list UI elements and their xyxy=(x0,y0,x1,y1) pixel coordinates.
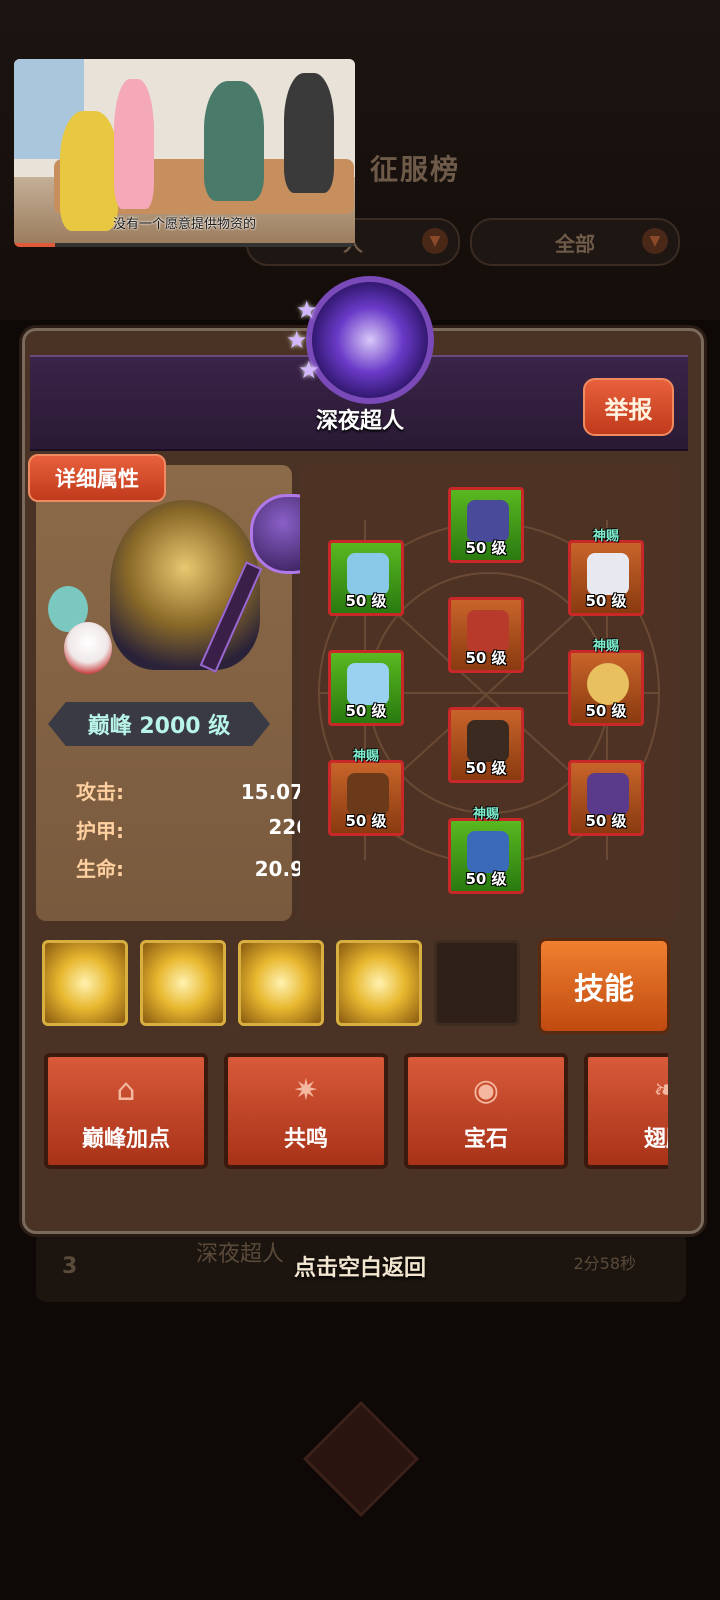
equipment-slot[interactable]: 神赐 50 级 xyxy=(568,639,644,726)
button-label: 巅峰加点 xyxy=(81,1127,170,1152)
star-icon: ★ xyxy=(286,326,308,354)
equipment-slot[interactable]: 50 级 xyxy=(328,540,404,616)
equipment-slot[interactable]: 神赐 50 级 xyxy=(448,807,524,894)
peak-points-button[interactable]: ⌂ 巅峰加点 xyxy=(44,1053,208,1169)
equipment-slot[interactable]: 50 级 xyxy=(448,707,524,783)
stat-label: 护甲: xyxy=(76,819,124,843)
golden-slash-icon[interactable] xyxy=(42,940,128,1026)
leaderboard-title: 征服榜 xyxy=(370,153,461,186)
demon-helm-icon[interactable] xyxy=(336,940,422,1026)
equipment-slot[interactable]: 50 级 xyxy=(568,760,644,836)
stat-health: 生命: 20.9万 xyxy=(76,853,324,882)
gem-button[interactable]: ◉ 宝石 xyxy=(404,1053,568,1169)
equipment-slot[interactable]: 50 级 xyxy=(328,650,404,726)
equipment-slot[interactable]: 神赐 50 级 xyxy=(568,529,644,616)
stat-armor: 护甲: 2268 xyxy=(76,815,324,844)
slot-level: 50 级 xyxy=(585,812,627,830)
skills-button[interactable]: 技能 xyxy=(538,938,670,1034)
gem-icon: ◉ xyxy=(472,1073,500,1108)
slot-level: 50 级 xyxy=(345,812,387,830)
divine-tag: 神赐 xyxy=(472,807,499,822)
slot-level: 50 级 xyxy=(465,649,507,667)
divine-tag: 神赐 xyxy=(592,529,619,544)
divine-tag: 神赐 xyxy=(592,639,619,654)
close-x-icon xyxy=(303,1401,419,1517)
divine-tag: 神赐 xyxy=(352,749,379,764)
wings-button[interactable]: ❧ 翅膀 xyxy=(584,1053,668,1169)
moon-emblem-icon xyxy=(306,276,434,404)
helmet-icon xyxy=(467,500,509,542)
button-label: 共鸣 xyxy=(283,1127,328,1152)
wing-icon: ❧ xyxy=(653,1073,668,1108)
slot-level: 50 级 xyxy=(585,592,627,610)
chevron-down-icon: ▼ xyxy=(422,228,448,254)
shoulder-armor-icon xyxy=(347,553,389,595)
plus-house-icon: ⌂ xyxy=(116,1073,136,1108)
filter-right-label: 全部 xyxy=(555,231,595,256)
equipment-slot[interactable]: 50 级 xyxy=(448,487,524,563)
equipment-slot[interactable]: 50 级 xyxy=(448,597,524,673)
resonance-button[interactable]: ✷ 共鸣 xyxy=(224,1053,388,1169)
boots-icon xyxy=(467,831,509,873)
leg-armor-icon xyxy=(467,720,509,762)
tap-blank-to-return[interactable]: 点击空白返回 xyxy=(0,1250,720,1282)
slot-level: 50 级 xyxy=(345,592,387,610)
slot-level: 50 级 xyxy=(585,702,627,720)
stat-label: 生命: xyxy=(76,857,124,881)
report-button[interactable]: 举报 xyxy=(583,378,674,436)
clown-pet-icon xyxy=(64,622,112,674)
detail-attributes-tab[interactable]: 详细属性 xyxy=(28,454,166,502)
stat-attack: 攻击: 15.07万 xyxy=(76,776,324,805)
resonance-icon: ✷ xyxy=(293,1073,319,1108)
video-overlay[interactable]: 没有一个愿意提供物资的 xyxy=(14,59,355,247)
filter-right-dropdown[interactable]: 全部 ▼ xyxy=(470,218,680,266)
slot-level: 50 级 xyxy=(465,759,507,777)
level-plate: 巅峰 2000 级 xyxy=(48,702,270,746)
star-icon: ★ xyxy=(298,356,320,384)
chest-armor-icon xyxy=(467,610,509,652)
slot-level: 50 级 xyxy=(345,702,387,720)
stat-label: 攻击: xyxy=(76,780,124,804)
empty-skill-slot[interactable] xyxy=(434,940,520,1026)
chain-sickle-icon[interactable] xyxy=(238,940,324,1026)
video-progress-fill xyxy=(14,243,55,247)
star-icon: ★ xyxy=(296,296,318,324)
axe-icon xyxy=(347,773,389,815)
horn-icon xyxy=(587,773,629,815)
cartoon-figure xyxy=(204,81,264,201)
slot-level: 50 级 xyxy=(465,870,507,888)
chevron-down-icon: ▼ xyxy=(642,228,668,254)
button-label: 宝石 xyxy=(463,1127,508,1152)
slot-level: 50 级 xyxy=(465,539,507,557)
button-label: 翅膀 xyxy=(643,1127,668,1152)
cartoon-figure xyxy=(284,73,334,193)
necklace-icon xyxy=(587,553,629,595)
peak-level: 巅峰 2000 级 xyxy=(87,714,231,739)
hammer-icon[interactable] xyxy=(140,940,226,1026)
equipment-slot[interactable]: 神赐 50 级 xyxy=(328,749,404,836)
gauntlet-icon xyxy=(347,663,389,705)
function-buttons-row: ⌂ 巅峰加点 ✷ 共鸣 ◉ 宝石 ❧ 翅膀 xyxy=(30,1045,668,1185)
video-progress-bar[interactable] xyxy=(14,243,355,247)
video-caption: 没有一个愿意提供物资的 xyxy=(112,217,256,232)
cartoon-figure xyxy=(114,79,154,209)
ring-icon xyxy=(587,663,629,705)
